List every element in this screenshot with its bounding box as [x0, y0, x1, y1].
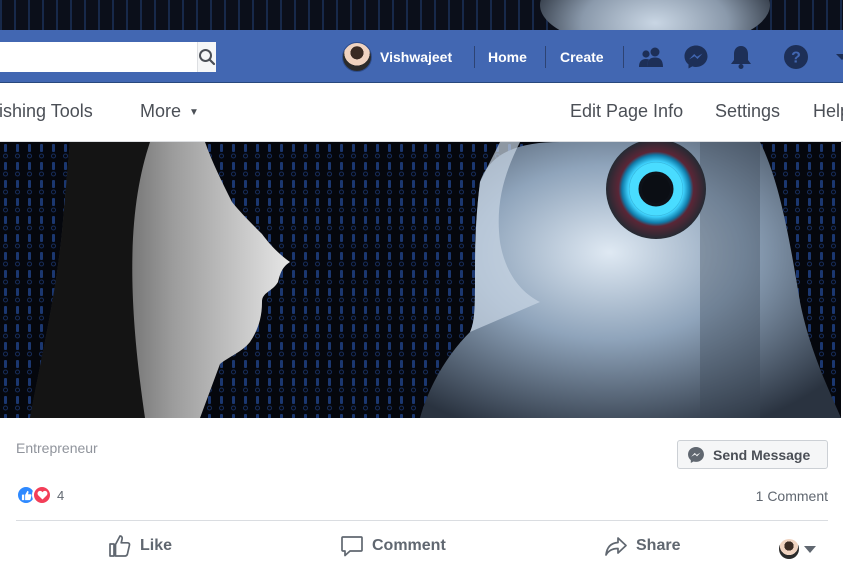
- comment-count-link[interactable]: 1 Comment: [756, 488, 828, 504]
- messenger-button[interactable]: [682, 43, 710, 71]
- friends-button[interactable]: [637, 43, 665, 71]
- tab-help[interactable]: Help: [813, 101, 843, 122]
- chevron-down-icon: [804, 545, 816, 553]
- tab-more[interactable]: More ▼: [140, 101, 199, 122]
- background-image-strip: [0, 0, 843, 30]
- comment-label: Comment: [372, 537, 446, 554]
- comment-icon: [341, 536, 363, 557]
- search-icon: [199, 49, 216, 66]
- create-link[interactable]: Create: [560, 30, 604, 83]
- tab-edit-page-info[interactable]: Edit Page Info: [570, 101, 683, 122]
- like-button[interactable]: Like: [108, 532, 172, 560]
- search-input[interactable]: [0, 42, 197, 72]
- account-menu-button[interactable]: [828, 43, 843, 71]
- avatar: [779, 539, 799, 559]
- caret-down-icon: ▼: [189, 106, 199, 118]
- create-label: Create: [560, 48, 604, 65]
- search-box: [0, 42, 216, 72]
- send-message-label: Send Message: [713, 446, 811, 463]
- share-label: Share: [636, 537, 681, 554]
- friends-icon: [639, 47, 663, 67]
- home-label: Home: [488, 48, 527, 65]
- notifications-button[interactable]: [727, 43, 755, 71]
- tab-settings[interactable]: Settings: [715, 101, 780, 122]
- page-category: Entrepreneur: [16, 440, 98, 456]
- reactions-summary[interactable]: 4: [16, 485, 64, 505]
- nav-divider: [474, 46, 475, 68]
- search-button[interactable]: [197, 42, 216, 72]
- page-navigation: Publishing Tools More ▼ Edit Page Info Se…: [0, 84, 843, 142]
- cover-photo[interactable]: [0, 142, 841, 418]
- love-reaction-icon: [32, 485, 52, 505]
- home-link[interactable]: Home: [488, 30, 527, 83]
- share-button[interactable]: Share: [604, 532, 680, 560]
- share-icon: [605, 537, 627, 556]
- like-label: Like: [140, 537, 173, 554]
- avatar: [342, 41, 372, 72]
- help-button[interactable]: ?: [782, 43, 810, 71]
- divider: [16, 520, 828, 521]
- notifications-icon: [731, 46, 751, 69]
- help-icon: ?: [784, 45, 808, 69]
- thumbs-up-icon: [109, 535, 131, 557]
- profile-name: Vishwajeet: [380, 48, 453, 65]
- messenger-icon: [688, 446, 704, 463]
- send-message-button[interactable]: Send Message: [677, 440, 828, 469]
- svg-text:?: ?: [791, 50, 801, 67]
- comment-button[interactable]: Comment: [340, 532, 446, 560]
- top-navigation-bar: Vishwajeet Home Create ?: [0, 30, 843, 83]
- nav-divider: [623, 46, 624, 68]
- tab-more-label: More: [140, 101, 182, 121]
- messenger-icon: [684, 45, 708, 69]
- account-menu-icon: [836, 54, 843, 60]
- tab-publishing-tools[interactable]: Publishing Tools: [0, 101, 93, 122]
- profile-link[interactable]: Vishwajeet: [342, 30, 452, 83]
- reaction-count: 4: [57, 487, 65, 503]
- nav-divider: [545, 46, 546, 68]
- post-as-selector[interactable]: [779, 535, 816, 563]
